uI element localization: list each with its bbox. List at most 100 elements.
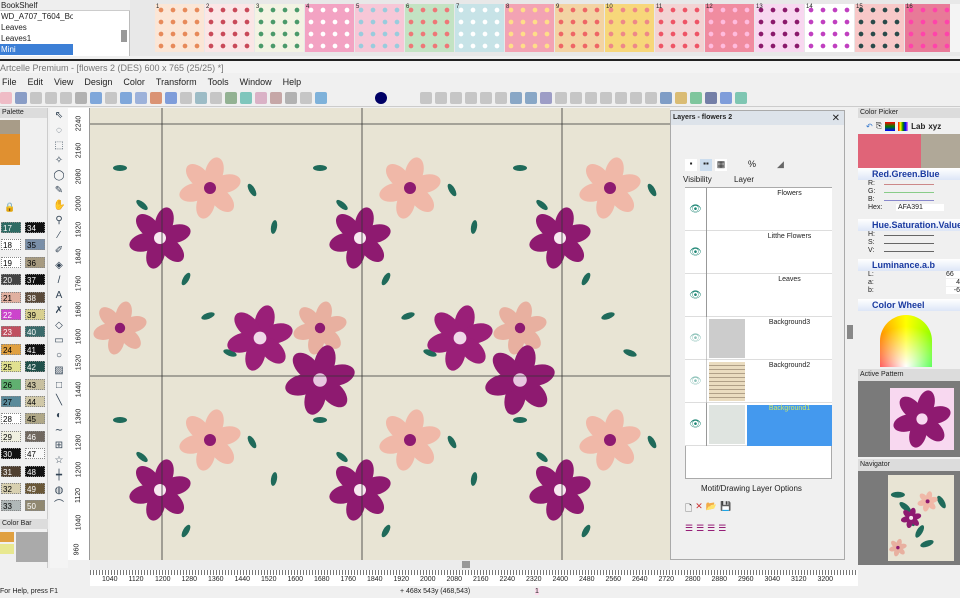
layer-add-icon[interactable]: ☰: [707, 523, 715, 534]
menu-tools[interactable]: Tools: [208, 77, 229, 87]
delete-layer-icon[interactable]: ✕: [695, 501, 703, 517]
menu-edit[interactable]: Edit: [28, 77, 44, 87]
tool-icon[interactable]: ⁄: [53, 230, 65, 242]
eye-hidden-icon[interactable]: 👁: [685, 317, 707, 360]
pattern-thumbnail[interactable]: 1: [155, 4, 204, 52]
tool-icon[interactable]: ▭: [53, 335, 65, 347]
layer-row[interactable]: 👁 Litthe Flowers: [685, 231, 832, 274]
toolbar-button[interactable]: [15, 92, 27, 104]
lock-icon[interactable]: 🔒: [4, 202, 15, 213]
eye-icon[interactable]: 👁: [685, 403, 707, 446]
toolbar-button[interactable]: [60, 92, 72, 104]
toolbar-button[interactable]: [645, 92, 657, 104]
toolbar-button[interactable]: [285, 92, 297, 104]
bookshelf-scrollbar[interactable]: [121, 30, 127, 42]
pattern-thumbnail[interactable]: 7: [455, 4, 504, 52]
pattern-thumbnail[interactable]: 16: [905, 4, 954, 52]
color-swatch[interactable]: 48: [25, 465, 45, 477]
toolbar-button[interactable]: [465, 92, 477, 104]
color-swatch[interactable]: 41: [25, 343, 45, 355]
pattern-thumbnail[interactable]: 6: [405, 4, 454, 52]
color-swatch[interactable]: 27: [1, 396, 21, 407]
color-wheel-title[interactable]: Color Wheel: [858, 299, 960, 311]
menu-transform[interactable]: Transform: [156, 77, 197, 87]
h-slider[interactable]: [884, 235, 934, 236]
toolbar-button[interactable]: [0, 92, 12, 104]
pattern-thumbnail[interactable]: 3: [255, 4, 304, 52]
toolbar-button[interactable]: [150, 92, 162, 104]
toolbar-button[interactable]: [675, 92, 687, 104]
toolbar-button[interactable]: [390, 92, 402, 104]
tool-icon[interactable]: ╲: [53, 395, 65, 407]
toolbar-button[interactable]: [630, 92, 642, 104]
toolbar-button[interactable]: [660, 92, 672, 104]
toolbar-button[interactable]: [180, 92, 192, 104]
gradient-icon[interactable]: ◢: [777, 159, 789, 171]
toolbar-button[interactable]: [690, 92, 702, 104]
toolbar-button[interactable]: [495, 92, 507, 104]
tool-icon[interactable]: ✐: [53, 245, 65, 257]
a-value[interactable]: 4: [946, 279, 960, 286]
close-icon[interactable]: ✕: [832, 113, 840, 124]
pattern-thumbnail[interactable]: 15: [855, 4, 904, 52]
toolbar-button[interactable]: [570, 92, 582, 104]
thumbs-scrollbar[interactable]: [950, 4, 960, 52]
toolbar-button[interactable]: [510, 92, 522, 104]
r-slider[interactable]: [884, 184, 934, 185]
tool-icon[interactable]: ⬚: [53, 140, 65, 152]
menu-view[interactable]: View: [54, 77, 73, 87]
hex-field[interactable]: AFA391: [896, 204, 944, 211]
toolbar-button[interactable]: [360, 92, 372, 104]
save-icon[interactable]: 💾: [720, 501, 731, 517]
bookshelf-item[interactable]: Leaves: [0, 22, 73, 33]
layer-down-icon[interactable]: ☰: [696, 523, 704, 534]
color-swatch[interactable]: 38: [25, 291, 45, 303]
tool-icon[interactable]: ✋: [53, 200, 65, 212]
design-canvas[interactable]: [90, 108, 670, 560]
layer-row[interactable]: 👁 Background1: [685, 403, 832, 446]
tool-icon[interactable]: ⌒: [53, 500, 65, 512]
color-swatch[interactable]: 37: [25, 274, 45, 286]
layer-row[interactable]: 👁 Flowers: [685, 188, 832, 231]
tool-icon[interactable]: ⇖: [53, 110, 65, 122]
tool-icon[interactable]: ◯: [53, 170, 65, 182]
toolbar-button[interactable]: [345, 92, 357, 104]
toolbar-button[interactable]: [90, 92, 102, 104]
color-swatch[interactable]: 35: [25, 239, 45, 251]
hsv-mode-icon[interactable]: [898, 121, 909, 131]
color-bar-swatch[interactable]: [0, 532, 14, 542]
s-slider[interactable]: [884, 243, 934, 244]
tool-icon[interactable]: ◌: [53, 125, 65, 137]
menu-design[interactable]: Design: [84, 77, 112, 87]
eye-hidden-icon[interactable]: 👁: [685, 360, 707, 403]
toolbar-button[interactable]: [405, 92, 417, 104]
toolbar-button[interactable]: [540, 92, 552, 104]
color-swatch[interactable]: 17: [1, 222, 21, 233]
color-swatch[interactable]: 40: [25, 326, 45, 338]
toolbar-button[interactable]: [75, 92, 87, 104]
new-layer-icon[interactable]: 🗋: [685, 501, 692, 517]
color-swatch[interactable]: 21: [1, 291, 21, 303]
tool-icon[interactable]: □: [53, 380, 65, 392]
color-swatch[interactable]: 20: [1, 274, 21, 286]
menu-color[interactable]: Color: [123, 77, 145, 87]
toolbar-button[interactable]: [315, 92, 327, 104]
lab-mode-icon[interactable]: Lab: [911, 122, 925, 131]
color-swatch[interactable]: 30: [1, 448, 21, 460]
pattern-thumbnail[interactable]: 2: [205, 4, 254, 52]
menu-window[interactable]: Window: [240, 77, 272, 87]
toolbar-button[interactable]: [210, 92, 222, 104]
color-swatch[interactable]: 18: [1, 239, 21, 251]
pattern-thumbnail[interactable]: 4: [305, 4, 354, 52]
pattern-thumbnail[interactable]: 11: [655, 4, 704, 52]
eye-icon[interactable]: 👁: [685, 231, 707, 274]
toolbar-button[interactable]: [105, 92, 117, 104]
toolbar-button[interactable]: [165, 92, 177, 104]
eye-icon[interactable]: 👁: [685, 274, 707, 317]
g-slider[interactable]: [884, 192, 934, 193]
toolbar-button[interactable]: [135, 92, 147, 104]
pattern-thumbnail[interactable]: 13: [755, 4, 804, 52]
color-swatch[interactable]: 36: [25, 256, 45, 268]
color-swatch[interactable]: 19: [1, 256, 21, 268]
toolbar-button[interactable]: [120, 92, 132, 104]
